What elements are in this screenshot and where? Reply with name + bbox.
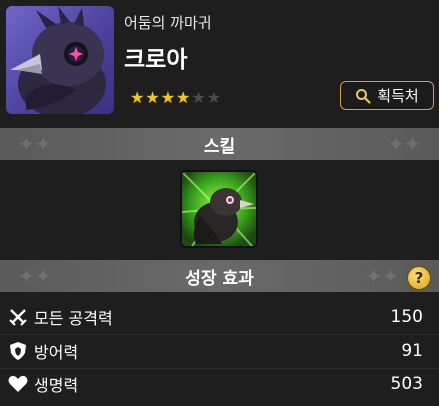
star-icon: ★ <box>160 88 176 107</box>
stat-row-attack: 모든 공격력 150 <box>8 302 431 332</box>
character-name: 크로아 <box>124 47 188 73</box>
acquire-source-button[interactable]: 획득처 <box>340 81 434 110</box>
stat-value: 150 <box>390 307 423 327</box>
crow-portrait-icon <box>10 6 106 114</box>
stat-value: 503 <box>390 374 423 394</box>
star-icon: ★ <box>130 88 145 107</box>
search-icon <box>356 88 371 104</box>
growth-section-header: ✦✦ ✦✦ 성장 효과 ? <box>0 260 439 292</box>
growth-section-title: 성장 효과 <box>185 268 254 289</box>
shield-icon <box>8 341 28 361</box>
stat-value: 91 <box>401 341 423 361</box>
sparkle-icon: ✦✦ <box>387 132 421 156</box>
sparkle-icon: ✦✦ <box>18 132 52 156</box>
acquire-source-label: 획득처 <box>377 87 419 105</box>
star-icon: ★ <box>176 88 191 107</box>
sparkle-icon: ✦✦ <box>365 264 399 288</box>
divider <box>0 334 439 335</box>
stat-label: 방어력 <box>34 343 79 362</box>
crow-skill-icon[interactable] <box>180 170 258 248</box>
question-icon[interactable]: ? <box>407 266 431 290</box>
star-empty-icon: ★ <box>191 88 206 107</box>
skill-section-header: ✦✦ ✦✦ 스킬 <box>0 128 439 160</box>
stat-row-health: 생명력 503 <box>8 369 431 399</box>
character-portrait <box>6 6 114 114</box>
stat-label: 모든 공격력 <box>34 309 113 328</box>
crossed-swords-icon <box>8 307 28 327</box>
character-subtitle: 어둠의 까마귀 <box>124 14 212 32</box>
stat-label: 생명력 <box>34 376 79 395</box>
star-empty-icon: ★ <box>206 88 222 107</box>
sparkle-icon: ✦✦ <box>18 264 52 288</box>
stat-row-defense: 방어력 91 <box>8 336 431 366</box>
star-rating: ★ ★ ★ ★ ★ ★ <box>130 90 221 106</box>
star-icon: ★ <box>145 88 160 107</box>
heart-icon <box>8 374 28 394</box>
skill-section-title: 스킬 <box>203 136 236 157</box>
